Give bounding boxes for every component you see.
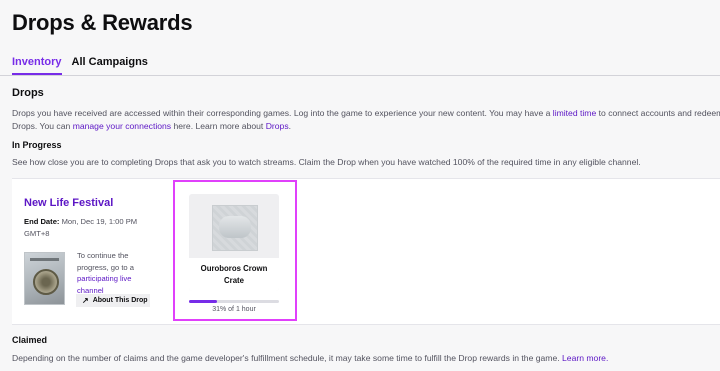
manage-connections-link[interactable]: manage your connections (73, 121, 171, 131)
tab-bar: Inventory All Campaigns (12, 56, 148, 75)
drops-text: to connect accounts and redeem your (598, 108, 720, 118)
about-button-label: About This Drop (92, 297, 148, 304)
claimed-description: Depending on the number of claims and th… (12, 353, 608, 363)
progress-note-text: To continue the progress, go to a (77, 251, 134, 272)
tab-inventory[interactable]: Inventory (12, 56, 62, 75)
tab-divider (0, 75, 720, 76)
about-this-drop-button[interactable]: ↗ About This Drop (76, 294, 150, 307)
drops-text: here. Learn more about (171, 121, 266, 131)
claimed-text: Depending on the number of claims and th… (12, 353, 563, 363)
game-box-title-bar (30, 258, 59, 261)
drops-heading: Drops (12, 87, 44, 99)
page-title: Drops & Rewards (12, 10, 193, 35)
external-arrow-icon: ↗ (82, 295, 89, 305)
end-date: End Date: Mon, Dec 19, 1:00 PM GMT+8 (24, 216, 149, 240)
in-progress-heading: In Progress (12, 140, 62, 150)
claimed-heading: Claimed (12, 335, 48, 345)
learn-more-link[interactable]: Learn more. (562, 353, 608, 363)
drops-description-line-2: Drops. You can manage your connections h… (12, 121, 291, 131)
reward-tile[interactable]: Ouroboros Crown Crate (189, 194, 279, 291)
campaign-card: New Life Festival End Date: Mon, Dec 19,… (12, 178, 720, 325)
reward-progress-bar (189, 300, 279, 303)
ouroboros-emblem-icon (33, 269, 59, 295)
reward-name: Ouroboros Crown Crate (189, 258, 279, 291)
participating-live-channel-link[interactable]: participating live channel (77, 274, 131, 295)
drops-text: Drops you have received are accessed wit… (12, 108, 553, 118)
crate-icon (219, 216, 251, 238)
end-date-label: End Date: (24, 217, 60, 226)
drops-text: . (288, 121, 292, 131)
drops-link[interactable]: Drops (266, 121, 289, 131)
campaign-title[interactable]: New Life Festival (24, 197, 113, 209)
reward-progress-fill (189, 300, 217, 303)
tab-all-campaigns[interactable]: All Campaigns (72, 56, 148, 75)
drops-text: Drops. You can (12, 121, 73, 131)
progress-note: To continue the progress, go to a partic… (77, 250, 157, 296)
limited-time-link[interactable]: limited time (553, 108, 596, 118)
drops-description-line-1: Drops you have received are accessed wit… (12, 108, 720, 118)
in-progress-description: See how close you are to completing Drop… (12, 157, 641, 167)
reward-progress-text: 31% of 1 hour (212, 306, 256, 313)
game-box-art (24, 252, 65, 305)
reward-image (212, 205, 258, 251)
